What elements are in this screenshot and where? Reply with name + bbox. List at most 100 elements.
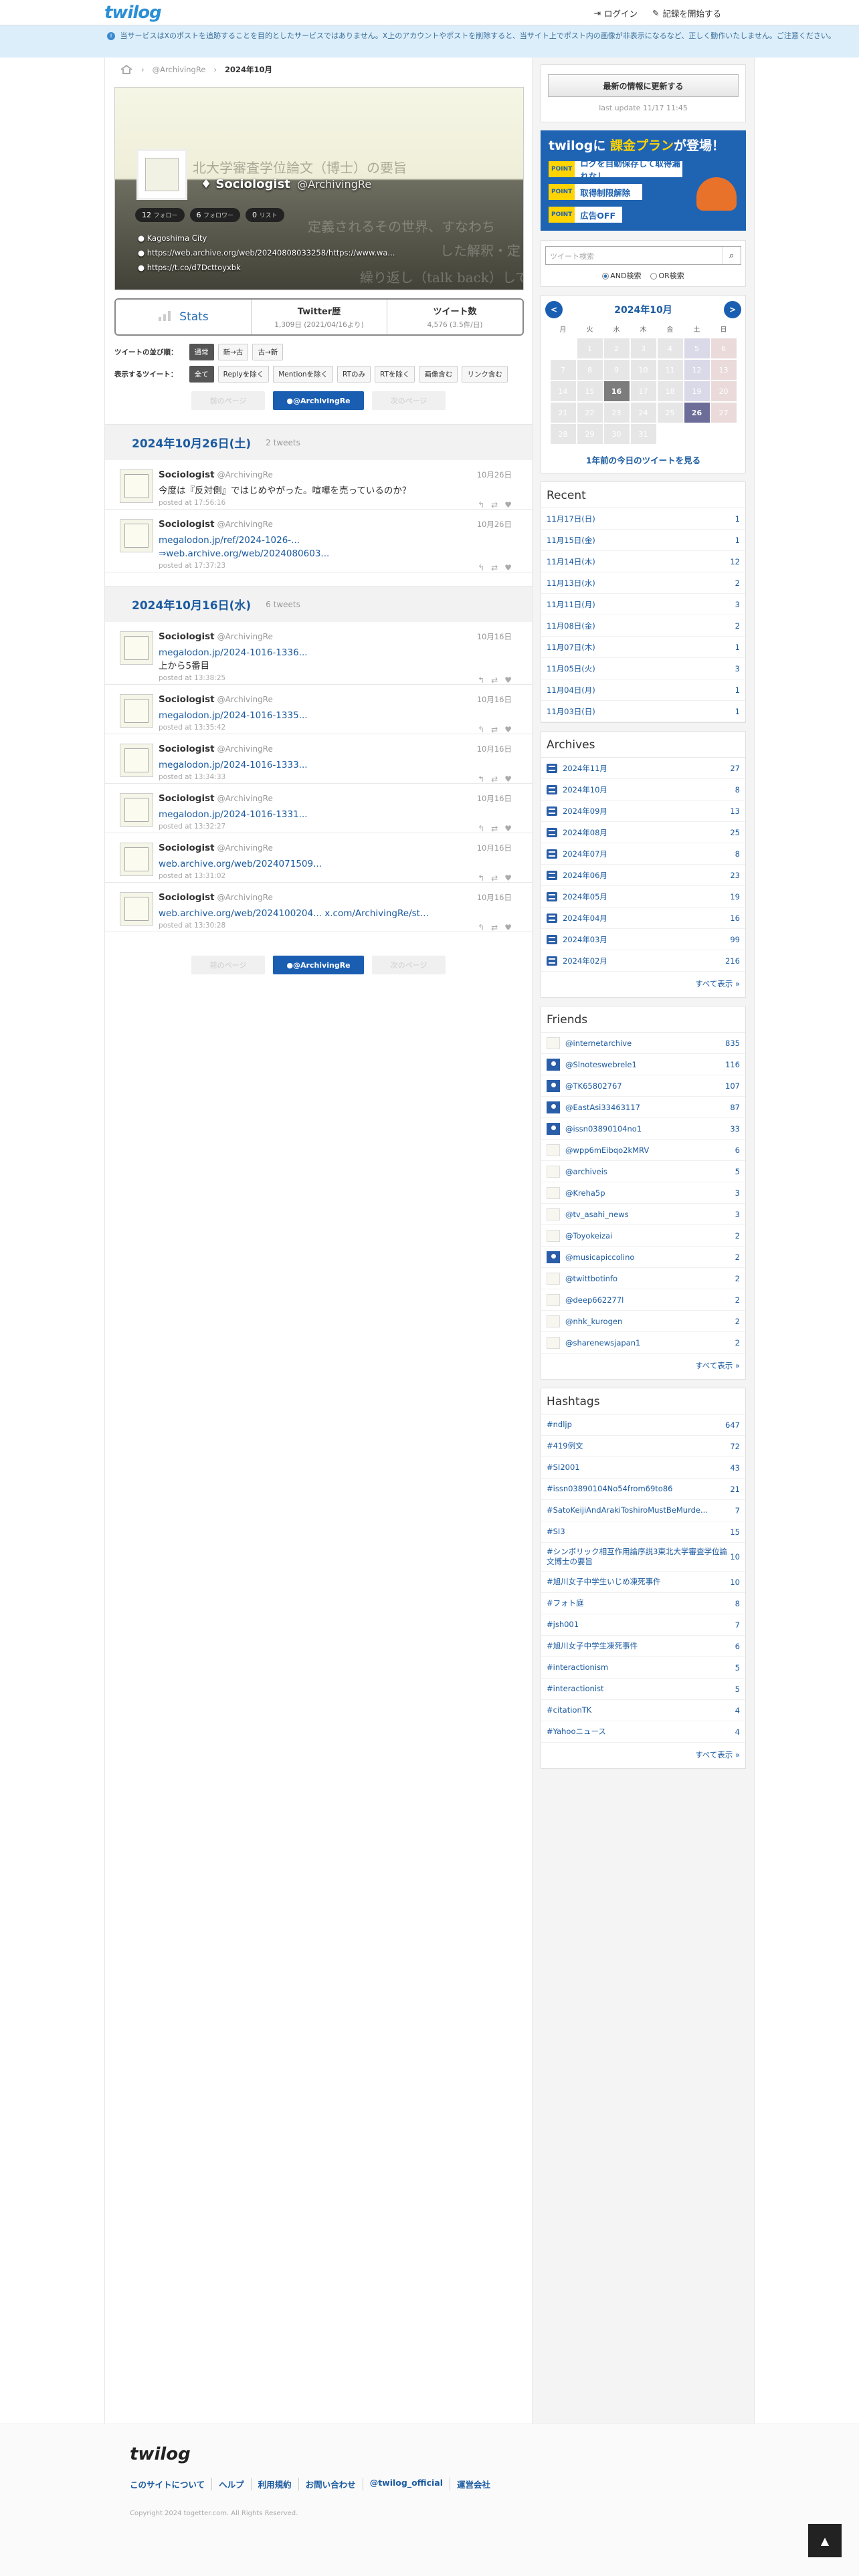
home-icon[interactable] (120, 64, 133, 74)
search-icon[interactable]: ⌕ (722, 247, 741, 264)
show-option[interactable]: RTのみ (337, 366, 371, 383)
tweet-link[interactable]: megalodon.jp/2024-1016-1333... (159, 758, 308, 772)
tweet-author-name[interactable]: Sociologist (159, 519, 215, 530)
list-count-pill[interactable]: 0 リスト (246, 208, 284, 222)
tweet-author-name[interactable]: Sociologist (159, 793, 215, 804)
friends-item[interactable]: @issn03890104no1 33 (541, 1118, 745, 1140)
tweet-avatar[interactable] (120, 469, 153, 503)
hashtags-item[interactable]: #Yahooニュース 4 (541, 1721, 745, 1743)
retweet-icon[interactable]: ⇄ (491, 675, 498, 685)
show-option[interactable]: Replyを除く (217, 366, 270, 383)
search-input[interactable]: ツイート検索 (546, 247, 722, 264)
recent-item[interactable]: 11月13日(水) 2 (541, 572, 745, 594)
recent-item[interactable]: 11月04日(月) 1 (541, 679, 745, 701)
recent-item[interactable]: 11月17日(日) 1 (541, 508, 745, 530)
hashtags-item[interactable]: #issn03890104No54from69to86 21 (541, 1479, 745, 1500)
tweet-link[interactable]: web.archive.org/web/2024071509... (159, 857, 322, 871)
footer-logo[interactable]: twilog (130, 2444, 191, 2464)
tweet-author-name[interactable]: Sociologist (159, 694, 215, 705)
reply-icon[interactable]: ↰ (478, 923, 484, 932)
hashtags-item[interactable]: #citationTK 4 (541, 1700, 745, 1721)
tweet-author-name[interactable]: Sociologist (159, 892, 215, 903)
friends-more-link[interactable]: すべて表示 » (541, 1354, 745, 1379)
like-icon[interactable]: ♥ (504, 873, 512, 883)
recent-item[interactable]: 11月05日(火) 3 (541, 658, 745, 679)
tweet-author-name[interactable]: Sociologist (159, 744, 215, 754)
archives-item[interactable]: 2024年03月 99 (541, 929, 745, 950)
tweet-avatar[interactable] (120, 519, 153, 552)
friends-item[interactable]: @nhk_kurogen 2 (541, 1311, 745, 1332)
archives-item[interactable]: 2024年07月 8 (541, 843, 745, 865)
next-page-button[interactable]: 次のページ (372, 391, 446, 410)
breadcrumb-user[interactable]: @ArchivingRe (153, 65, 206, 74)
prev-page-button[interactable]: 前のページ (191, 956, 265, 974)
hashtags-item[interactable]: #旭川女子中学生いじめ凍死事件 10 (541, 1572, 745, 1593)
like-icon[interactable]: ♥ (504, 824, 512, 833)
tweet-posted-at[interactable]: posted at 13:35:42 (159, 724, 225, 732)
show-option[interactable]: Mentionを除く (273, 366, 334, 383)
tweet-link[interactable]: megalodon.jp/ref/2024-1026-... (159, 534, 329, 547)
archives-item[interactable]: 2024年05月 19 (541, 886, 745, 907)
next-page-button[interactable]: 次のページ (372, 956, 446, 974)
follower-count-pill[interactable]: 6 フォロワー (189, 208, 241, 222)
footer-link[interactable]: 運営会社 (450, 2478, 497, 2490)
hashtags-item[interactable]: #シンボリック相互作用論序説3東北大学審査学位論文博士の要旨 10 (541, 1543, 745, 1572)
like-icon[interactable]: ♥ (504, 563, 512, 572)
profile-link-2[interactable]: https://t.co/d7Dcttoyxbk (147, 263, 241, 272)
reply-icon[interactable]: ↰ (478, 725, 484, 734)
hashtags-more-link[interactable]: すべて表示 » (541, 1743, 745, 1768)
and-search-radio[interactable]: AND検索 (602, 270, 641, 281)
tweet-avatar[interactable] (120, 892, 153, 926)
friends-item[interactable]: @TK65802767 107 (541, 1075, 745, 1097)
tweet-date[interactable]: 10月26日 (477, 519, 512, 530)
retweet-icon[interactable]: ⇄ (491, 774, 498, 784)
tweet-date[interactable]: 10月26日 (477, 469, 512, 480)
tweet-date[interactable]: 10月16日 (477, 694, 512, 705)
archives-item[interactable]: 2024年04月 16 (541, 907, 745, 929)
retweet-icon[interactable]: ⇄ (491, 873, 498, 883)
reply-icon[interactable]: ↰ (478, 563, 484, 572)
footer-link[interactable]: このサイトについて (130, 2478, 211, 2490)
friends-item[interactable]: @Slnoteswebrele1 116 (541, 1054, 745, 1075)
tweet-avatar[interactable] (120, 631, 153, 665)
show-option[interactable]: リンク含む (462, 366, 508, 383)
retweet-icon[interactable]: ⇄ (491, 923, 498, 932)
archives-more-link[interactable]: すべて表示 » (541, 972, 745, 997)
archives-item[interactable]: 2024年10月 8 (541, 779, 745, 800)
hashtags-item[interactable]: #フォト庭 8 (541, 1593, 745, 1614)
archives-item[interactable]: 2024年11月 27 (541, 758, 745, 779)
hashtags-item[interactable]: #419例文 72 (541, 1436, 745, 1457)
recent-item[interactable]: 11月07日(木) 1 (541, 637, 745, 658)
tweet-posted-at[interactable]: posted at 13:30:28 (159, 922, 225, 930)
tweet-date[interactable]: 10月16日 (477, 631, 512, 642)
tweet-posted-at[interactable]: posted at 13:31:02 (159, 872, 225, 880)
tweet-author-handle[interactable]: @ArchivingRe (217, 520, 273, 529)
recent-item[interactable]: 11月14日(木) 12 (541, 551, 745, 572)
footer-link[interactable]: ヘルプ (211, 2478, 251, 2490)
hashtags-item[interactable]: #SI3 15 (541, 1521, 745, 1543)
reply-icon[interactable]: ↰ (478, 774, 484, 784)
tweet-avatar[interactable] (120, 793, 153, 827)
friends-item[interactable]: @tv_asahi_news 3 (541, 1204, 745, 1225)
like-icon[interactable]: ♥ (504, 675, 512, 685)
recent-item[interactable]: 11月15日(金) 1 (541, 530, 745, 551)
like-icon[interactable]: ♥ (504, 725, 512, 734)
order-option[interactable]: 古→新 (252, 344, 284, 360)
archives-item[interactable]: 2024年06月 23 (541, 865, 745, 886)
reply-icon[interactable]: ↰ (478, 500, 484, 510)
tweet-posted-at[interactable]: posted at 17:56:16 (159, 499, 225, 507)
tweet-link[interactable]: web.archive.org/web/2024100204... x.com/… (159, 907, 429, 920)
friends-item[interactable]: @deep662277l 2 (541, 1289, 745, 1311)
tweet-link[interactable]: ⇒web.archive.org/web/2024080603... (159, 547, 329, 560)
tweet-date[interactable]: 10月16日 (477, 892, 512, 903)
login-link[interactable]: ⇥ ログイン (594, 7, 638, 19)
tweet-author-handle[interactable]: @ArchivingRe (217, 470, 273, 479)
tweet-author-name[interactable]: Sociologist (159, 631, 215, 642)
like-icon[interactable]: ♥ (504, 923, 512, 932)
tweet-date[interactable]: 10月16日 (477, 843, 512, 853)
profile-link-1[interactable]: https://web.archive.org/web/202408080332… (147, 248, 395, 257)
friends-item[interactable]: @sharenewsjapan1 2 (541, 1332, 745, 1354)
tweet-author-name[interactable]: Sociologist (159, 843, 215, 853)
retweet-icon[interactable]: ⇄ (491, 563, 498, 572)
tweet-date[interactable]: 10月16日 (477, 793, 512, 804)
